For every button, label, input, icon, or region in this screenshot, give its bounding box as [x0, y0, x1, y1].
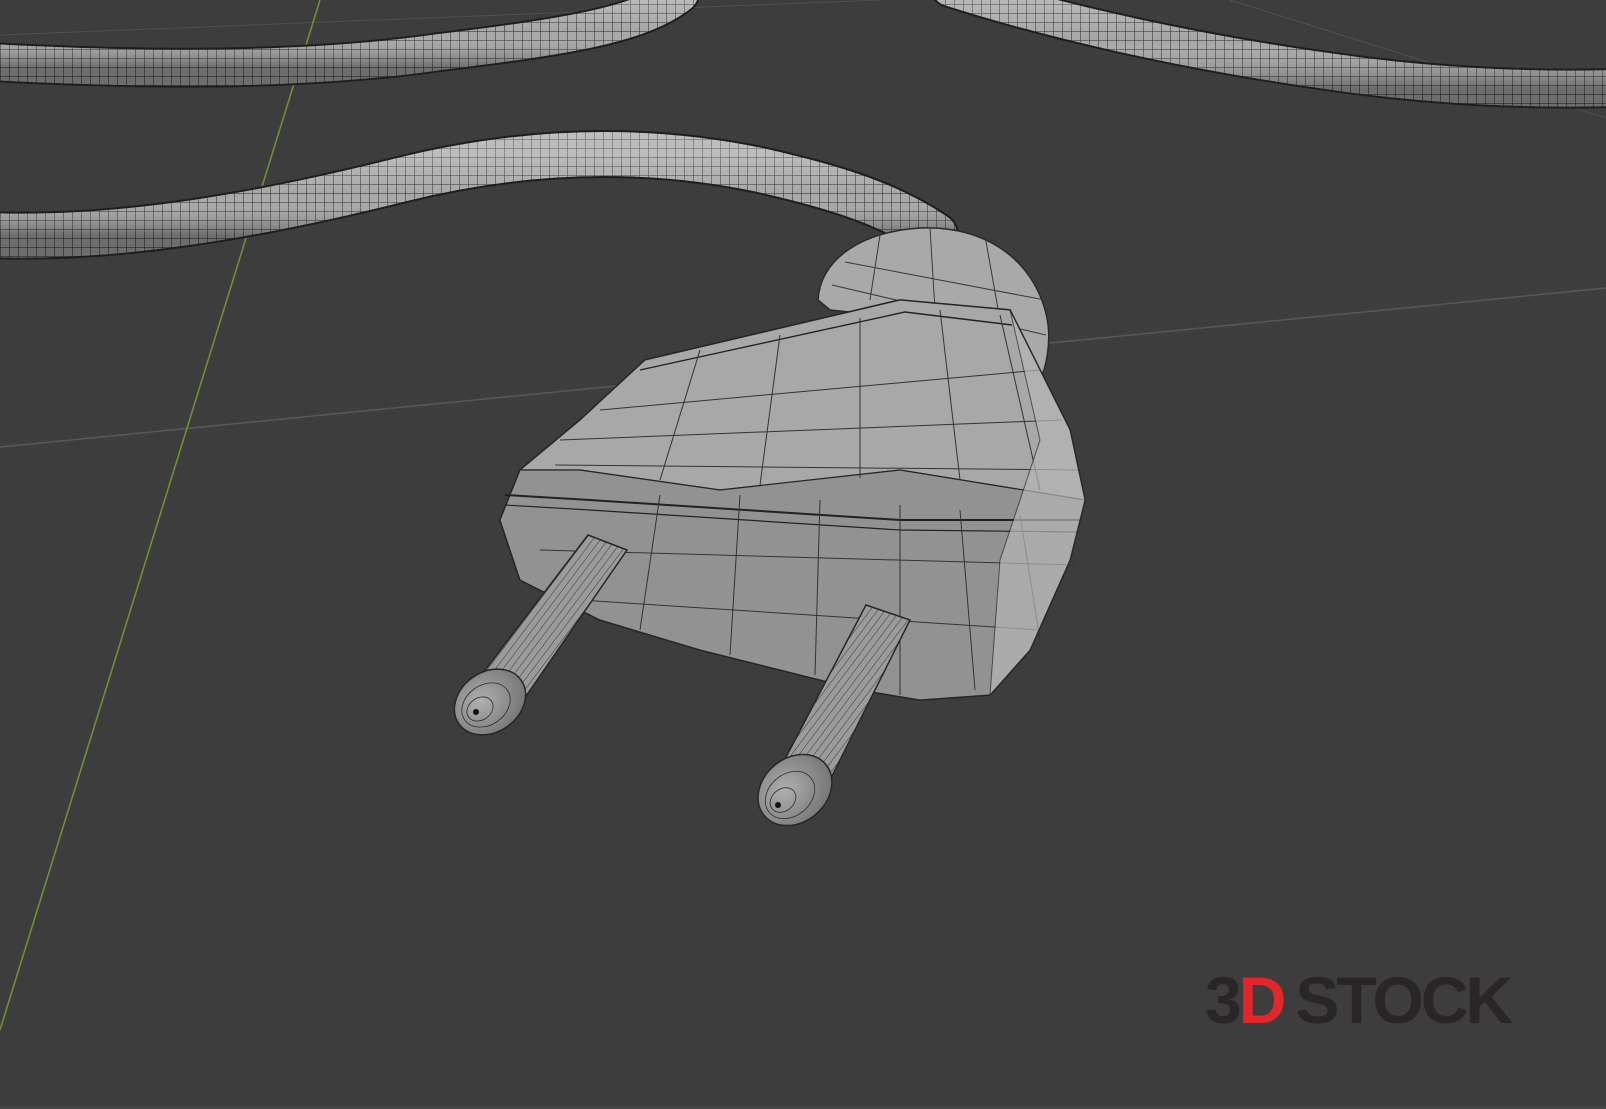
- grid-line-top: [0, 0, 881, 36]
- plug-body: [499, 299, 1086, 701]
- cable-main: [0, 130, 959, 260]
- 3dstock-logo: 3 D STOCK: [1205, 963, 1513, 1037]
- cable-top-left: [0, 0, 699, 88]
- scene-canvas[interactable]: [0, 0, 1606, 1109]
- logo-stock: STOCK: [1295, 963, 1513, 1037]
- logo-3: 3: [1205, 963, 1242, 1037]
- y-axis-line: [0, 0, 321, 1031]
- logo-d: D: [1238, 963, 1287, 1037]
- cable-top-right: [934, 0, 1606, 109]
- 3d-viewport[interactable]: 3 D STOCK: [0, 0, 1606, 1109]
